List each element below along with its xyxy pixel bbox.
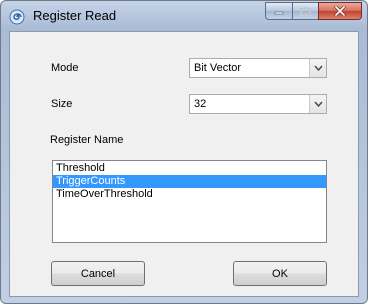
dialog-client-area: Mode Bit Vector Size 32 Register Name Th… <box>9 31 359 297</box>
register-name-listbox[interactable]: Threshold TriggerCounts TimeOverThreshol… <box>52 160 327 243</box>
ok-button[interactable]: OK <box>233 261 327 286</box>
minimize-button[interactable] <box>265 2 292 20</box>
minimize-icon <box>274 11 284 15</box>
size-label: Size <box>51 98 73 110</box>
size-dropdown-button[interactable] <box>309 95 326 113</box>
list-item-selected[interactable]: TriggerCounts <box>53 175 326 188</box>
register-read-window: Register Read Mode Bit Vector Size 32 Re… <box>0 0 368 304</box>
maximize-button[interactable] <box>292 2 318 20</box>
size-value: 32 <box>194 98 207 110</box>
window-title: Register Read <box>33 8 117 23</box>
cancel-button[interactable]: Cancel <box>51 261 145 286</box>
maximize-icon <box>300 6 311 16</box>
mode-dropdown[interactable]: Bit Vector <box>189 58 327 78</box>
close-icon <box>334 6 346 16</box>
list-item[interactable]: Threshold <box>53 162 326 175</box>
mode-value: Bit Vector <box>194 62 242 74</box>
mode-dropdown-button[interactable] <box>309 59 326 77</box>
close-button[interactable] <box>318 2 362 20</box>
caption-buttons <box>265 2 362 20</box>
chevron-down-icon <box>313 101 323 107</box>
title-bar[interactable]: Register Read <box>1 1 367 31</box>
mode-label: Mode <box>51 62 79 74</box>
size-dropdown[interactable]: 32 <box>189 94 327 114</box>
spiral-app-icon <box>9 9 25 25</box>
chevron-down-icon <box>313 65 323 71</box>
register-name-label: Register Name <box>50 134 124 146</box>
list-item[interactable]: TimeOverThreshold <box>53 188 326 201</box>
